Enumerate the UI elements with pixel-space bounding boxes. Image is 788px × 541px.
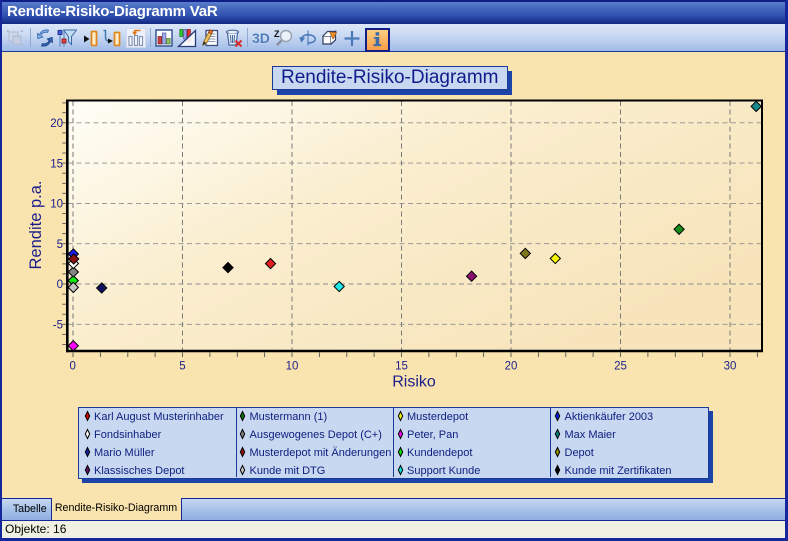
svg-text:Rendite p.a.: Rendite p.a. — [27, 181, 45, 270]
svg-text:30: 30 — [724, 360, 737, 372]
svg-text:15: 15 — [395, 360, 408, 372]
svg-text:-5: -5 — [53, 320, 63, 332]
svg-text:15: 15 — [50, 158, 63, 170]
svg-text:0: 0 — [57, 279, 63, 291]
svg-text:10: 10 — [50, 199, 63, 211]
svg-text:0: 0 — [69, 360, 75, 372]
svg-text:10: 10 — [286, 360, 299, 372]
svg-text:25: 25 — [614, 360, 627, 372]
svg-text:5: 5 — [57, 239, 63, 251]
svg-text:5: 5 — [179, 360, 185, 372]
svg-text:Risiko: Risiko — [392, 374, 436, 391]
svg-text:20: 20 — [50, 118, 63, 130]
svg-text:20: 20 — [505, 360, 518, 372]
